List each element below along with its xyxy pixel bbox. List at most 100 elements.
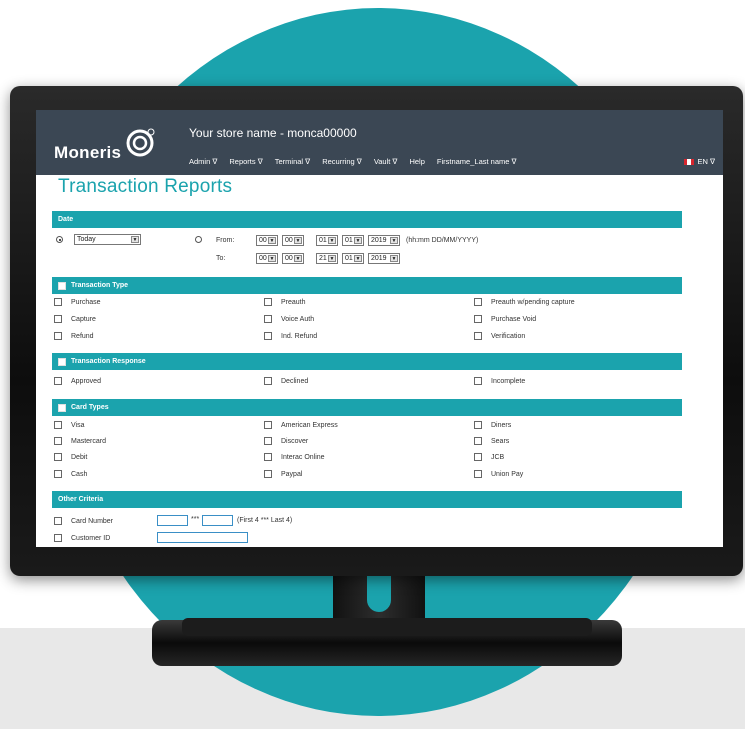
checkbox-sears[interactable]: Sears <box>474 437 509 445</box>
to-hour-select[interactable]: 00 ▼ <box>256 253 278 264</box>
checkbox-box <box>264 298 272 306</box>
checkbox-box <box>474 437 482 445</box>
customer-id-input[interactable] <box>157 532 248 543</box>
card-types-select-all-checkbox[interactable] <box>58 403 66 412</box>
checkbox-customer-id[interactable]: Customer ID <box>54 534 110 542</box>
monitor-screen: Moneris Your store name - monca00000 Adm… <box>36 110 723 547</box>
transaction-type-header[interactable]: Transaction Type <box>52 277 682 294</box>
chevron-down-icon: ▼ <box>328 255 336 262</box>
checkbox-box <box>54 332 62 340</box>
transaction-response-select-all-checkbox[interactable] <box>58 357 66 366</box>
checkbox-visa[interactable]: Visa <box>54 421 85 429</box>
menu-admin[interactable]: Admin ∇ <box>189 157 217 166</box>
card-mask-separator: *** <box>191 516 200 523</box>
to-year-select[interactable]: 2019 ▼ <box>368 253 400 264</box>
card-types-header[interactable]: Card Types <box>52 399 682 416</box>
monitor-base-top <box>182 618 592 636</box>
checkbox-box <box>474 453 482 461</box>
chevron-down-icon: ▼ <box>390 237 398 244</box>
from-hour-select[interactable]: 00 ▼ <box>256 235 278 246</box>
moneris-logo-text[interactable]: Moneris <box>54 143 121 163</box>
checkbox-capture[interactable]: Capture <box>54 315 96 323</box>
moneris-logo-icon <box>126 128 155 157</box>
to-month-select[interactable]: 01 ▼ <box>342 253 364 264</box>
checkbox-label: Declined <box>281 377 309 385</box>
to-day-select[interactable]: 21 ▼ <box>316 253 338 264</box>
checkbox-label: Capture <box>71 315 96 323</box>
checkbox-cash[interactable]: Cash <box>54 470 87 478</box>
date-section-header: Date <box>52 211 682 228</box>
checkbox-verification[interactable]: Verification <box>474 332 525 340</box>
checkbox-mastercard[interactable]: Mastercard <box>54 437 106 445</box>
radio-preset-date[interactable] <box>56 236 63 243</box>
checkbox-label: Preauth w/pending capture <box>491 298 575 306</box>
language-label: EN ∇ <box>697 157 715 166</box>
checkbox-interac-online[interactable]: Interac Online <box>264 453 325 461</box>
other-criteria-header: Other Criteria <box>52 491 682 508</box>
checkbox-label: Approved <box>71 377 101 385</box>
date-preset-select[interactable]: Today ▼ <box>74 234 141 245</box>
checkbox-box <box>264 315 272 323</box>
to-minute-select[interactable]: 00 ▼ <box>282 253 304 264</box>
checkbox-debit[interactable]: Debit <box>54 453 87 461</box>
from-label: From: <box>216 237 235 244</box>
checkbox-jcb[interactable]: JCB <box>474 453 504 461</box>
checkbox-label: Sears <box>491 437 510 445</box>
checkbox-label: Preauth <box>281 298 306 306</box>
checkbox-declined[interactable]: Declined <box>264 377 308 385</box>
from-month-select[interactable]: 01 ▼ <box>342 235 364 246</box>
checkbox-voice-auth[interactable]: Voice Auth <box>264 315 314 323</box>
radio-date-range[interactable] <box>195 236 202 243</box>
date-preset-value: Today <box>77 236 96 243</box>
checkbox-approved[interactable]: Approved <box>54 377 101 385</box>
checkbox-box <box>474 421 482 429</box>
menu-reports[interactable]: Reports ∇ <box>229 157 262 166</box>
checkbox-amex[interactable]: American Express <box>264 421 338 429</box>
checkbox-box <box>54 534 62 542</box>
checkbox-ind-refund[interactable]: Ind. Refund <box>264 332 317 340</box>
checkbox-refund[interactable]: Refund <box>54 332 94 340</box>
checkbox-incomplete[interactable]: Incomplete <box>474 377 525 385</box>
language-selector[interactable]: EN ∇ <box>684 157 715 166</box>
checkbox-purchase-void[interactable]: Purchase Void <box>474 315 536 323</box>
chevron-down-icon: ▼ <box>268 255 276 262</box>
checkbox-box <box>264 377 272 385</box>
checkbox-discover[interactable]: Discover <box>264 437 308 445</box>
checkbox-paypal[interactable]: Paypal <box>264 470 302 478</box>
transaction-type-select-all-checkbox[interactable] <box>58 281 66 290</box>
menu-terminal[interactable]: Terminal ∇ <box>275 157 310 166</box>
from-minute-select[interactable]: 00 ▼ <box>282 235 304 246</box>
checkbox-preauth-pending[interactable]: Preauth w/pending capture <box>474 298 575 306</box>
menu-help[interactable]: Help <box>409 157 424 166</box>
from-day-select[interactable]: 01 ▼ <box>316 235 338 246</box>
card-first4-input[interactable] <box>157 515 188 526</box>
checkbox-box <box>474 332 482 340</box>
menu-user[interactable]: Firstname_Last name ∇ <box>437 157 517 166</box>
to-day-value: 21 <box>319 255 327 262</box>
from-year-select[interactable]: 2019 ▼ <box>368 235 400 246</box>
checkbox-purchase[interactable]: Purchase <box>54 298 101 306</box>
checkbox-card-number[interactable]: Card Number <box>54 517 113 525</box>
card-last4-input[interactable] <box>202 515 233 526</box>
date-format-hint: (hh:mm DD/MM/YYYY) <box>406 237 479 244</box>
checkbox-box <box>54 470 62 478</box>
checkbox-label: Paypal <box>281 470 303 478</box>
from-minute-value: 00 <box>285 237 293 244</box>
other-criteria-heading: Other Criteria <box>58 496 104 503</box>
checkbox-label: Interac Online <box>281 453 325 461</box>
checkbox-label: Debit <box>71 453 88 461</box>
checkbox-union-pay[interactable]: Union Pay <box>474 470 523 478</box>
chevron-down-icon: ▼ <box>328 237 336 244</box>
checkbox-diners[interactable]: Diners <box>474 421 511 429</box>
top-navigation: Moneris Your store name - monca00000 Adm… <box>36 110 723 175</box>
menu-vault[interactable]: Vault ∇ <box>374 157 398 166</box>
menu-recurring[interactable]: Recurring ∇ <box>322 157 362 166</box>
main-menu: Admin ∇ Reports ∇ Terminal ∇ Recurring ∇… <box>189 157 517 166</box>
checkbox-preauth[interactable]: Preauth <box>264 298 306 306</box>
checkbox-box <box>54 421 62 429</box>
checkbox-box <box>264 437 272 445</box>
checkbox-box <box>474 298 482 306</box>
chevron-down-icon: ▼ <box>294 237 302 244</box>
transaction-response-header[interactable]: Transaction Response <box>52 353 682 370</box>
checkbox-box <box>264 470 272 478</box>
